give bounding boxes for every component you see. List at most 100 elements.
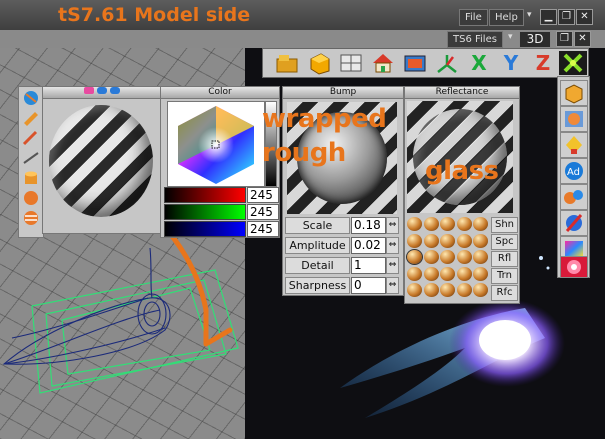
bump-panel-header: Bump	[283, 87, 403, 99]
left-icon-strip	[18, 86, 44, 238]
striped-sphere-preview	[49, 105, 153, 217]
blue-value[interactable]: 245	[247, 221, 279, 237]
param-detail-value[interactable]: 1	[351, 257, 386, 274]
x-axis-icon[interactable]: X	[465, 51, 493, 75]
material-preset-ball[interactable]	[423, 217, 439, 231]
no-material-icon[interactable]	[560, 210, 588, 236]
title-bar: tS7.61 Model side File Help ▾ ▁ ❐ ✕	[0, 0, 605, 30]
material-preset-ball[interactable]	[473, 217, 488, 231]
y-axis-icon[interactable]: Y	[497, 51, 525, 75]
green-value[interactable]: 245	[247, 204, 279, 220]
material-preset-ball[interactable]	[456, 283, 472, 297]
close-icon[interactable]: ✕	[576, 9, 593, 25]
view-restore-icon[interactable]: ❐	[556, 31, 573, 47]
orange-ball-icon[interactable]	[21, 189, 41, 206]
minimize-icon[interactable]: ▁	[540, 9, 557, 25]
svg-text:Ad: Ad	[567, 167, 580, 178]
globe-icon[interactable]	[21, 89, 41, 106]
line-tool-icon[interactable]	[21, 149, 41, 166]
material-preset-ball[interactable]	[423, 283, 439, 297]
red-slider[interactable]	[164, 187, 246, 203]
param-scale-label: Scale	[285, 217, 350, 234]
material-preset-ball[interactable]	[456, 233, 472, 248]
shine-button[interactable]: Shn	[491, 217, 518, 233]
snap-icon[interactable]	[559, 51, 587, 75]
view-3d-button[interactable]: 3D	[519, 31, 551, 48]
reflectance-panel: Reflectance Shn Spc Rfl Trn Rfc	[404, 86, 520, 304]
sharpness-spin-icon[interactable]: ⇔	[386, 277, 399, 294]
striped-ball-icon[interactable]	[21, 209, 41, 226]
view-close-icon[interactable]: ✕	[574, 31, 591, 47]
transparency-button[interactable]: Trn	[491, 268, 518, 284]
specular-button[interactable]: Spc	[491, 234, 518, 250]
ad-icon[interactable]: Ad	[560, 158, 588, 184]
axes-icon[interactable]	[433, 51, 461, 75]
color-hexagon[interactable]	[168, 102, 264, 186]
blue-slider[interactable]	[164, 221, 246, 237]
scale-spin-icon[interactable]: ⇔	[386, 217, 399, 234]
red-value[interactable]: 245	[247, 187, 279, 203]
material-preset-ball[interactable]	[407, 283, 422, 297]
ts6-files-button[interactable]: TS6 Files	[447, 31, 503, 48]
material-preset-ball[interactable]	[423, 233, 439, 248]
house-icon[interactable]	[369, 51, 397, 75]
material-preset-ball[interactable]	[407, 233, 422, 248]
material-preset-ball[interactable]	[456, 217, 472, 231]
files-chevron-icon[interactable]: ▾	[508, 32, 513, 42]
material-preset-ball[interactable]	[440, 233, 455, 248]
annotation-rough: rough	[262, 138, 346, 168]
menu-chevron-icon[interactable]: ▾	[527, 10, 532, 20]
reflect-button[interactable]: Rfl	[491, 251, 518, 267]
material-preset-ball[interactable]	[473, 233, 488, 248]
detail-spin-icon[interactable]: ⇔	[386, 257, 399, 274]
color-panel-header: Color	[161, 87, 279, 99]
texture-preview-panel	[42, 86, 162, 234]
material-preset-ball[interactable]	[407, 266, 422, 281]
param-sharpness-value[interactable]: 0	[351, 277, 386, 294]
material-preset-ball[interactable]	[473, 266, 488, 281]
green-slider[interactable]	[164, 204, 246, 220]
amplitude-spin-icon[interactable]: ⇔	[386, 237, 399, 254]
chain-icon[interactable]	[109, 87, 120, 94]
z-axis-icon[interactable]: Z	[529, 51, 557, 75]
grid-window-icon[interactable]	[337, 51, 365, 75]
restore-icon[interactable]: ❐	[558, 9, 575, 25]
material-preset-ball[interactable]	[456, 266, 472, 281]
color-wheel-box	[167, 101, 265, 187]
reflectance-panel-header: Reflectance	[405, 87, 519, 99]
material-preset-ball[interactable]	[440, 217, 455, 231]
menu-file[interactable]: File	[459, 9, 488, 26]
glow-icon[interactable]	[560, 256, 588, 278]
refraction-button[interactable]: Rfc	[491, 285, 518, 301]
annotation-wrapped: wrapped	[262, 104, 387, 134]
material-preset-ball[interactable]	[423, 250, 439, 264]
material-preset-ball[interactable]	[440, 266, 455, 281]
menu-help[interactable]: Help	[489, 9, 524, 26]
main-toolbar: X Y Z	[262, 48, 589, 78]
material-preset-ball[interactable]	[407, 217, 422, 231]
brush-icon[interactable]	[21, 129, 41, 146]
cylinder-icon[interactable]	[21, 169, 41, 186]
param-scale-value[interactable]: 0.18	[351, 217, 386, 234]
param-sharpness-label: Sharpness	[285, 277, 350, 294]
material-preset-ball[interactable]	[406, 249, 423, 265]
stack-icon[interactable]	[401, 51, 429, 75]
material-preset-ball[interactable]	[423, 266, 439, 281]
param-amplitude-label: Amplitude	[285, 237, 350, 254]
material-box-icon[interactable]	[560, 80, 588, 106]
light-bulb-icon[interactable]	[560, 132, 588, 158]
material-preset-ball[interactable]	[473, 250, 488, 264]
pencil-icon[interactable]	[21, 109, 41, 126]
material-preset-ball[interactable]	[440, 283, 455, 297]
link-icon[interactable]	[97, 87, 107, 94]
cube-icon[interactable]	[305, 51, 333, 75]
material-preset-ball[interactable]	[440, 250, 455, 264]
material-preset-ball[interactable]	[456, 250, 472, 264]
material-preset-ball[interactable]	[473, 283, 488, 297]
annotation-glass: glass	[425, 156, 499, 186]
folder-box-icon[interactable]	[273, 51, 301, 75]
param-amplitude-value[interactable]: 0.02	[351, 237, 386, 254]
paint-icon[interactable]	[84, 87, 95, 94]
spheres-icon[interactable]	[560, 184, 588, 210]
render-sphere-icon[interactable]	[560, 106, 588, 132]
